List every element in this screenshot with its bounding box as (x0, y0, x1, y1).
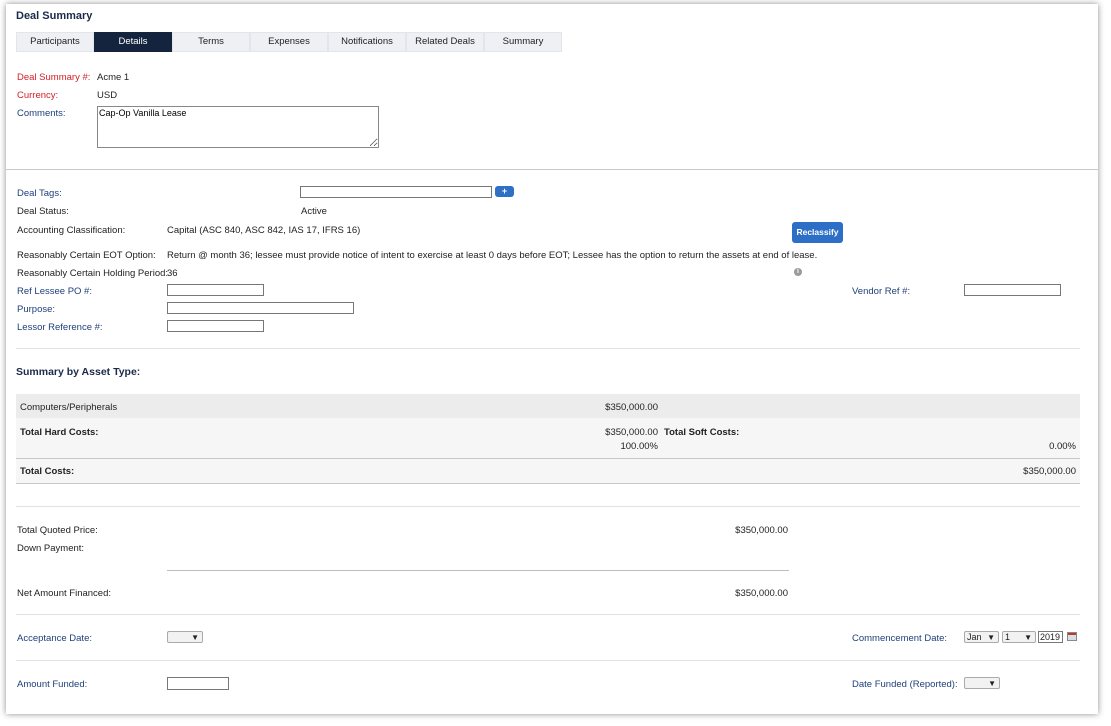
soft-costs-label: Total Soft Costs: (664, 427, 740, 438)
deal-summary-label: Deal Summary #: (17, 72, 91, 83)
holding-period-value: 36 (167, 268, 178, 279)
vendor-ref-input[interactable] (964, 284, 1061, 296)
amount-funded-input[interactable] (167, 677, 229, 690)
subtotal-line (167, 570, 789, 571)
deal-summary-window: Deal Summary Participants Details Terms … (6, 4, 1098, 714)
tab-related-deals[interactable]: Related Deals (406, 32, 484, 52)
month-value: Jan (967, 632, 982, 642)
deal-tags-input[interactable] (300, 186, 492, 198)
divider (16, 614, 1080, 615)
chevron-down-icon: ▼ (987, 633, 995, 642)
divider (16, 660, 1080, 661)
hard-costs-value: $350,000.00 (605, 427, 658, 438)
eot-value: Return @ month 36; lessee must provide n… (167, 250, 818, 261)
day-value: 1 (1005, 632, 1011, 642)
accounting-value: Capital (ASC 840, ASC 842, IAS 17, IFRS … (167, 225, 361, 236)
chevron-down-icon: ▼ (191, 633, 199, 642)
chevron-down-icon: ▼ (988, 679, 996, 688)
tab-participants[interactable]: Participants (16, 32, 94, 52)
tab-terms[interactable]: Terms (172, 32, 250, 52)
tab-notifications[interactable]: Notifications (328, 32, 406, 52)
down-payment-label: Down Payment: (17, 543, 85, 554)
comments-label: Comments: (17, 108, 66, 119)
acceptance-date-label: Acceptance Date: (17, 633, 92, 644)
tab-bar: Participants Details Terms Expenses Noti… (16, 32, 562, 52)
total-costs-value: $350,000.00 (1023, 466, 1076, 477)
soft-costs-percent: 0.00% (1049, 441, 1076, 452)
holding-period-label: Reasonably Certain Holding Period: (17, 268, 169, 279)
ref-lessee-po-input[interactable] (167, 284, 264, 296)
acceptance-date-select[interactable]: ▼ (167, 631, 203, 643)
date-funded-label: Date Funded (Reported): (852, 679, 958, 690)
date-funded-select[interactable]: ▼ (964, 677, 1000, 689)
lessor-ref-input[interactable] (167, 320, 264, 332)
lessor-ref-label: Lessor Reference #: (17, 322, 103, 333)
comments-field[interactable] (97, 106, 379, 148)
deal-tags-label: Deal Tags: (17, 188, 62, 199)
currency-value: USD (97, 90, 118, 101)
asset-row-label: Computers/Peripherals (20, 402, 118, 413)
commencement-day-select[interactable]: 1 ▼ (1002, 631, 1036, 643)
commencement-month-select[interactable]: Jan ▼ (964, 631, 999, 643)
page-title: Deal Summary (16, 10, 93, 22)
commencement-date-label: Commencement Date: (852, 633, 948, 644)
add-tag-button[interactable]: + (495, 186, 514, 197)
divider (16, 348, 1080, 349)
hard-costs-band (16, 418, 1080, 458)
asset-row-band (16, 394, 1080, 418)
eot-label: Reasonably Certain EOT Option: (17, 250, 156, 261)
asset-row-value: $350,000.00 (605, 402, 658, 413)
hard-costs-label: Total Hard Costs: (20, 427, 99, 438)
net-financed-value: $350,000.00 (735, 588, 788, 599)
total-costs-label: Total Costs: (20, 466, 75, 477)
reclassify-button[interactable]: Reclassify (792, 222, 843, 243)
accounting-label: Accounting Classification: (17, 225, 126, 236)
vendor-ref-label: Vendor Ref #: (852, 286, 911, 297)
total-costs-band (16, 459, 1080, 483)
divider (16, 483, 1080, 484)
chevron-down-icon: ▼ (1024, 633, 1032, 642)
tab-details[interactable]: Details (94, 32, 172, 52)
tab-summary[interactable]: Summary (484, 32, 562, 52)
tab-expenses[interactable]: Expenses (250, 32, 328, 52)
purpose-input[interactable] (167, 302, 354, 314)
net-financed-label: Net Amount Financed: (17, 588, 111, 599)
purpose-label: Purpose: (17, 304, 56, 315)
amount-funded-label: Amount Funded: (17, 679, 88, 690)
divider (6, 169, 1098, 170)
quoted-price-value: $350,000.00 (735, 525, 788, 536)
info-icon[interactable]: i (794, 268, 802, 276)
asset-summary-heading: Summary by Asset Type: (16, 366, 141, 378)
ref-lessee-po-label: Ref Lessee PO #: (17, 286, 92, 297)
quoted-price-label: Total Quoted Price: (17, 525, 98, 536)
deal-status-label: Deal Status: (17, 206, 69, 217)
hard-costs-percent: 100.00% (620, 441, 658, 452)
commencement-year-input[interactable]: 2019 (1038, 631, 1063, 643)
deal-summary-value: Acme 1 (97, 72, 130, 83)
calendar-icon[interactable] (1067, 632, 1077, 641)
deal-status-value: Active (301, 206, 327, 217)
divider (16, 506, 1080, 507)
currency-label: Currency: (17, 90, 59, 101)
